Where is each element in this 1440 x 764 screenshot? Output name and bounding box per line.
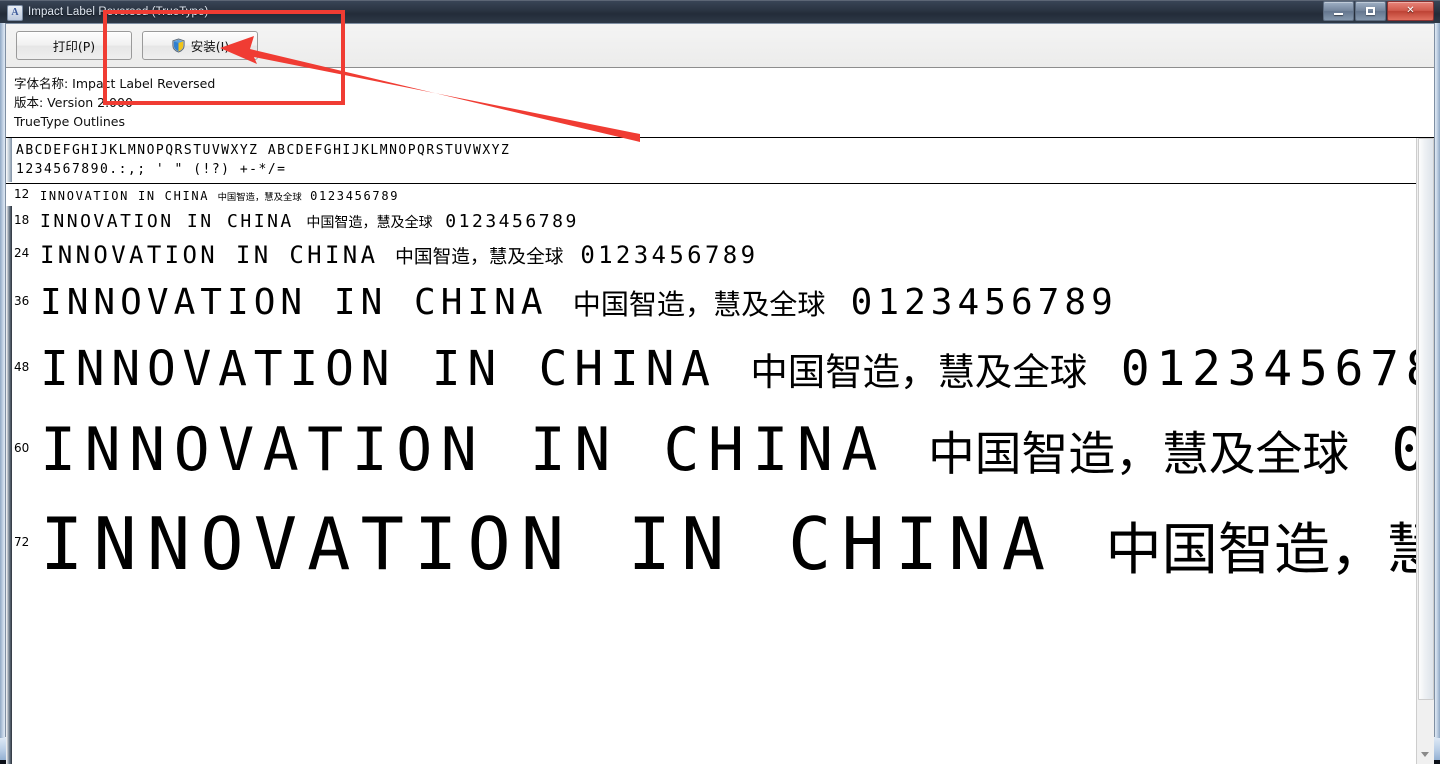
font-preview-icon: A [6,4,23,21]
sample-latin: INNOVATION IN CHINA [40,341,717,397]
size-label: 36 [14,294,30,308]
maximize-icon [1366,7,1375,15]
preview-left-rail-top [6,138,12,182]
size-sample-row: 18 INNOVATION IN CHINA 中国智造，慧及全球 0123456789 [6,208,1434,236]
sample-digits: 0123456789 [850,282,1118,323]
uac-shield-icon [171,38,186,53]
sample-latin: INNOVATION IN CHINA [40,282,548,323]
sample-cjk: 中国智造，慧及全球 [572,288,826,321]
size-sample-row: 72INNOVATION IN CHINA中国智造，慧及全球0123456789 [6,494,1434,594]
sample-text: INNOVATION IN CHINA中国智造，慧及全球0123456789 [40,494,1434,594]
size-label: 24 [14,246,30,260]
size-label: 18 [14,213,30,227]
scrollbar-thumb[interactable] [1418,138,1434,700]
screenshot-root: A Impact Label Reversed (TrueType) ✕ 打印(… [0,0,1440,764]
font-info-block: 字体名称: Impact Label Reversed 版本: Version … [6,68,1434,135]
sample-latin: INNOVATION IN CHINA [40,502,1056,586]
install-button[interactable]: 安装(I) [142,31,258,60]
font-version-line: 版本: Version 2.000 [14,95,133,110]
font-preview-pane: ABCDEFGHIJKLMNOPQRSTUVWXYZ ABCDEFGHIJKLM… [6,138,1434,764]
preview-vertical-scrollbar[interactable] [1416,138,1434,764]
sample-cjk: 中国智造，慧及全球 [1105,518,1434,583]
size-label: 72 [14,535,30,549]
sample-cjk: 中国智造，慧及全球 [306,215,433,231]
size-sample-rows: 12 INNOVATION IN CHINA 中国智造，慧及全球 0123456789… [6,184,1434,594]
print-button[interactable]: 打印(P) [16,31,132,60]
window-client-area: 打印(P) 安装(I) 字体名称: Impact Label Reversed … [5,23,1435,764]
window-controls: ✕ [1322,1,1434,21]
sample-cjk: 中国智造，慧及全球 [395,247,564,268]
sample-latin: INNOVATION IN CHINA [40,241,379,269]
sample-cjk: 中国智造，慧及全球 [927,428,1350,482]
title-bar[interactable]: A Impact Label Reversed (TrueType) ✕ [0,0,1440,23]
size-sample-row: 12 INNOVATION IN CHINA 中国智造，慧及全球 0123456789 [6,184,1434,208]
size-label: 48 [14,360,30,374]
font-name-line: 字体名称: Impact Label Reversed [14,76,216,91]
window-title: Impact Label Reversed (TrueType) [28,5,209,18]
alphabet-digits-punctuation: 1234567890.:,; ' " (!?) +-*/= [16,162,287,177]
sample-text: INNOVATION IN CHINA 中国智造，慧及全球 0123456789 [40,274,1118,332]
alphabet-row: ABCDEFGHIJKLMNOPQRSTUVWXYZ ABCDEFGHIJKLM… [6,138,1434,179]
sample-digits: 0123456789 [580,241,759,269]
sample-digits: 0123456789 [1120,341,1434,397]
sample-text: INNOVATION IN CHINA 中国智造，慧及全球 0123456789 [40,332,1434,406]
alphabet-uppercase: ABCDEFGHIJKLMNOPQRSTUVWXYZ ABCDEFGHIJKLM… [16,143,511,158]
sample-cjk: 中国智造，慧及全球 [750,350,1088,394]
font-outlines-line: TrueType Outlines [14,114,125,129]
sample-digits: 0123456789 [445,211,579,232]
size-label: 60 [14,441,30,455]
size-sample-row: 60INNOVATION IN CHINA中国智造，慧及全球0123456789 [6,406,1434,494]
maximize-button[interactable] [1355,1,1386,21]
sample-text: INNOVATION IN CHINA 中国智造，慧及全球 0123456789 [40,184,399,208]
sample-latin: INNOVATION IN CHINA [40,211,294,232]
sample-text: INNOVATION IN CHINA 中国智造，慧及全球 0123456789 [40,208,579,236]
sample-latin: INNOVATION IN CHINA [40,415,886,485]
close-button[interactable]: ✕ [1387,1,1434,21]
size-sample-row: 24 INNOVATION IN CHINA 中国智造，慧及全球 0123456789 [6,236,1434,274]
install-button-label: 安装(I) [190,39,230,54]
triangle-down-glyph [1421,751,1429,757]
minimize-icon [1334,13,1343,15]
close-icon: ✕ [1406,5,1415,16]
size-sample-row: 36 INNOVATION IN CHINA 中国智造，慧及全球 0123456789 [6,274,1434,332]
sample-text: INNOVATION IN CHINA 中国智造，慧及全球 0123456789 [40,236,758,274]
size-label: 12 [14,187,30,201]
minimize-button[interactable] [1323,1,1354,21]
sample-cjk: 中国智造，慧及全球 [217,192,302,203]
sample-digits: 0123456789 [310,189,400,203]
sample-text: INNOVATION IN CHINA中国智造，慧及全球0123456789 [40,406,1434,494]
print-button-label: 打印(P) [52,39,96,54]
size-sample-row: 48 INNOVATION IN CHINA 中国智造，慧及全球 0123456789 [6,332,1434,406]
sample-latin: INNOVATION IN CHINA [40,189,210,203]
toolbar: 打印(P) 安装(I) [6,24,1434,68]
